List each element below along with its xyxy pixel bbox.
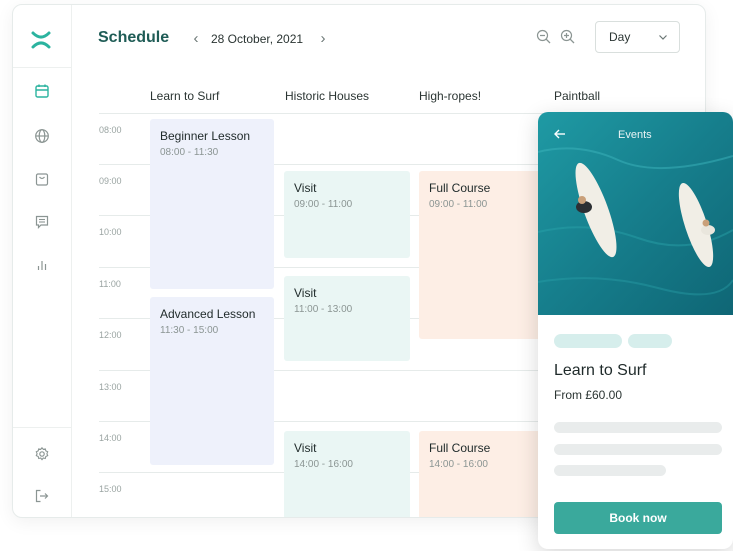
sidebar-item-shop[interactable] xyxy=(27,164,57,194)
card-title: Learn to Surf xyxy=(554,362,647,379)
card-header-label: Events xyxy=(618,129,652,141)
time-label: 14:00 xyxy=(99,433,122,443)
sidebar-item-schedule[interactable] xyxy=(27,76,57,106)
event-visit-midday[interactable]: Visit 11:00 - 13:00 xyxy=(284,276,410,361)
logout-icon xyxy=(35,489,49,503)
chevron-left-icon: ‹ xyxy=(193,30,199,47)
time-label: 12:00 xyxy=(99,330,122,340)
settings-icon xyxy=(35,446,49,461)
prev-date-button[interactable]: ‹ xyxy=(189,30,203,48)
event-title: Visit xyxy=(294,441,317,455)
zoom-in-icon[interactable] xyxy=(559,28,577,46)
chevron-down-icon xyxy=(659,35,667,40)
event-title: Beginner Lesson xyxy=(160,129,251,143)
time-label: 15:00 xyxy=(99,484,122,494)
arrow-left-icon[interactable] xyxy=(552,126,568,142)
page-title: Schedule xyxy=(98,29,170,46)
zoom-out-icon[interactable] xyxy=(535,28,553,46)
sidebar xyxy=(13,5,72,517)
time-label: 08:00 xyxy=(99,125,122,135)
sidebar-divider xyxy=(13,67,72,68)
tag-placeholder xyxy=(628,334,672,348)
sidebar-divider-bottom xyxy=(13,427,72,428)
column-header: Paintball xyxy=(554,89,601,103)
event-advanced-lesson[interactable]: Advanced Lesson 11:30 - 15:00 xyxy=(150,297,274,465)
time-label: 10:00 xyxy=(99,227,122,237)
event-visit-morning[interactable]: Visit 09:00 - 11:00 xyxy=(284,171,410,258)
globe-icon xyxy=(35,129,49,143)
event-title: Visit xyxy=(294,181,317,195)
next-date-button[interactable]: › xyxy=(316,30,330,48)
shopping-bag-icon xyxy=(35,173,49,186)
tag-placeholder xyxy=(554,334,622,348)
time-label: 13:00 xyxy=(99,382,122,392)
current-date: 28 October, 2021 xyxy=(211,32,304,46)
event-time: 09:00 - 11:00 xyxy=(294,199,353,210)
text-placeholder xyxy=(554,444,722,455)
card-price: From £60.00 xyxy=(554,388,623,402)
event-time: 11:00 - 13:00 xyxy=(294,304,353,315)
event-time: 08:00 - 11:30 xyxy=(160,147,219,158)
event-title: Full Course xyxy=(429,441,491,455)
sidebar-item-messages[interactable] xyxy=(27,207,57,237)
sidebar-item-settings[interactable] xyxy=(27,439,57,469)
event-time: 14:00 - 16:00 xyxy=(294,459,353,470)
bar-chart-icon xyxy=(37,261,47,270)
column-header: Historic Houses xyxy=(285,89,370,103)
brand-logo[interactable] xyxy=(30,29,52,51)
event-title: Visit xyxy=(294,286,317,300)
event-full-course-afternoon[interactable]: Full Course 14:00 - 16:00 xyxy=(419,431,545,517)
time-label: 11:00 xyxy=(99,279,121,289)
column-header: Learn to Surf xyxy=(150,89,220,103)
book-now-button[interactable]: Book now xyxy=(554,502,722,534)
text-placeholder xyxy=(554,465,666,476)
sidebar-item-logout[interactable] xyxy=(27,481,57,511)
sidebar-item-reports[interactable] xyxy=(27,250,57,280)
chevron-right-icon: › xyxy=(320,30,326,47)
event-time: 09:00 - 11:00 xyxy=(429,199,488,210)
time-label: 09:00 xyxy=(99,176,122,186)
event-full-course-morning[interactable]: Full Course 09:00 - 11:00 xyxy=(419,171,545,339)
event-beginner-lesson[interactable]: Beginner Lesson 08:00 - 11:30 xyxy=(150,119,274,289)
event-title: Full Course xyxy=(429,181,491,195)
view-select[interactable]: Day xyxy=(595,21,680,53)
text-placeholder xyxy=(554,422,722,433)
calendar-icon xyxy=(35,84,49,98)
sidebar-item-globe[interactable] xyxy=(27,121,57,151)
event-time: 14:00 - 16:00 xyxy=(429,459,488,470)
message-icon xyxy=(35,215,49,229)
event-detail-card: Events Learn to Surf From £60.00 Book no… xyxy=(538,112,733,549)
view-select-value: Day xyxy=(609,30,631,44)
event-visit-afternoon[interactable]: Visit 14:00 - 16:00 xyxy=(284,431,410,517)
event-title: Advanced Lesson xyxy=(160,307,256,321)
column-header: High-ropes! xyxy=(419,89,482,103)
event-time: 11:30 - 15:00 xyxy=(160,325,219,336)
surf-photo xyxy=(538,112,733,315)
